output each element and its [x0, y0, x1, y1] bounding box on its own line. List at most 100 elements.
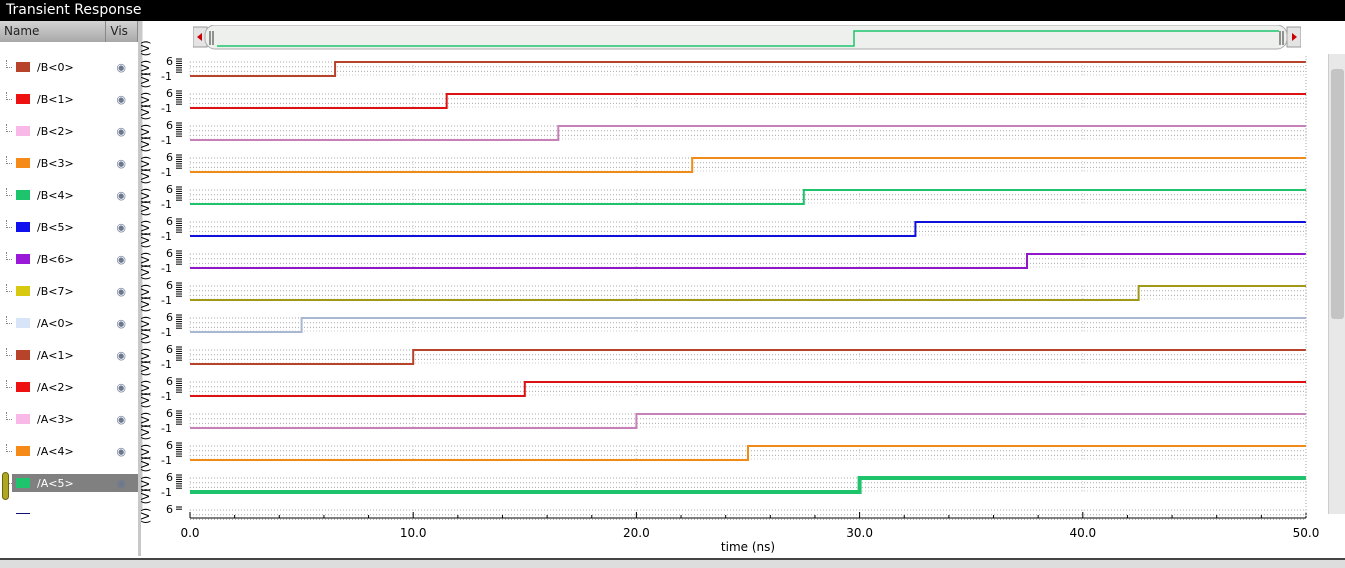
- signal-name: /B<6>: [37, 252, 74, 266]
- y-max-label: 6: [166, 151, 173, 164]
- y-unit-label: (V) (V): [141, 424, 152, 460]
- waveform-trace-A2: [190, 381, 1306, 397]
- x-tick-label: 40.0: [1069, 526, 1096, 540]
- eye-icon[interactable]: ◉: [116, 349, 126, 362]
- trace-strip: (V) (V) 6 -1: [141, 424, 1307, 467]
- y-min-label: -1: [161, 326, 172, 339]
- x-tick-label: 20.0: [623, 526, 650, 540]
- y-max-label: 6: [166, 87, 173, 100]
- y-max-label: 6: [166, 119, 173, 132]
- eye-icon[interactable]: ◉: [116, 413, 126, 426]
- signal-row[interactable]: /A<1> ◉: [12, 346, 138, 364]
- color-swatch: [16, 478, 30, 488]
- y-min-label: -1: [161, 294, 172, 307]
- y-unit-label: (V) (V): [141, 456, 152, 492]
- vertical-scroll-thumb[interactable]: [1331, 69, 1344, 319]
- y-max-label: 6: [166, 55, 173, 68]
- time-scrollbar[interactable]: [193, 25, 1301, 51]
- signal-name: /A<3>: [37, 412, 74, 426]
- y-min-label: -1: [161, 102, 172, 115]
- selection-handle[interactable]: [2, 472, 9, 500]
- color-swatch: [16, 382, 30, 392]
- waveform-trace-A0: [190, 317, 1306, 333]
- y-unit-label: (V) (V): [141, 232, 152, 268]
- eye-icon[interactable]: ◉: [116, 221, 126, 234]
- signal-row[interactable]: /A<0> ◉: [12, 314, 138, 332]
- signal-row[interactable]: /B<2> ◉: [12, 122, 138, 140]
- eye-icon[interactable]: ◉: [116, 381, 126, 394]
- eye-icon[interactable]: ◉: [116, 285, 126, 298]
- y-max-label: 6: [166, 471, 173, 484]
- color-swatch: [16, 350, 30, 360]
- signal-row[interactable]: /A<5> ◉: [12, 474, 138, 492]
- signal-row[interactable]: /B<7> ◉: [12, 282, 138, 300]
- eye-icon[interactable]: ◉: [116, 125, 126, 138]
- waveform-trace-B5: [190, 221, 1306, 237]
- waveform-trace-B0: [190, 61, 1306, 77]
- signal-name: /B<3>: [37, 156, 74, 170]
- signal-row[interactable]: /B<1> ◉: [12, 90, 138, 108]
- eye-icon[interactable]: ◉: [116, 445, 126, 458]
- signal-row[interactable]: /A<3> ◉: [12, 410, 138, 428]
- y-min-label: -1: [161, 390, 172, 403]
- eye-icon[interactable]: ◉: [116, 93, 126, 106]
- trace-strip: (V) (V) 6 -1: [141, 296, 1307, 339]
- x-tick-label: 10.0: [400, 526, 427, 540]
- signal-row[interactable]: /B<0> ◉: [12, 58, 138, 76]
- waveform-plot[interactable]: (V) (V) 6 -1 (V) (V) 6 -1 (V) (V) 6 -1 (V) (V) 6 -1…: [141, 21, 1328, 558]
- signal-name: /B<5>: [37, 220, 74, 234]
- y-unit-label: (V) (V): [141, 360, 152, 396]
- signal-row[interactable]: /B<5> ◉: [12, 218, 138, 236]
- y-max-label: 6: [166, 183, 173, 196]
- waveform-trace-B3: [190, 157, 1306, 173]
- color-swatch: [16, 158, 30, 168]
- eye-icon[interactable]: ◉: [116, 317, 126, 330]
- y-min-label: -1: [161, 230, 172, 243]
- signal-name: /A<0>: [37, 316, 74, 330]
- signal-row[interactable]: /A<2> ◉: [12, 378, 138, 396]
- vertical-scrollbar[interactable]: [1328, 54, 1345, 514]
- y-unit-label: (V) (V): [141, 104, 152, 140]
- signal-row-partial[interactable]: [12, 506, 138, 514]
- waveform-trace-B2: [190, 125, 1306, 141]
- y-max-label: 6: [166, 407, 173, 420]
- y-max-label: 6: [166, 311, 173, 324]
- y-max-label: 6: [166, 343, 173, 356]
- y-unit-label: (V) (V): [141, 40, 152, 76]
- signal-row[interactable]: /B<3> ◉: [12, 154, 138, 172]
- color-swatch: [16, 94, 30, 104]
- signal-name: /A<5>: [37, 476, 74, 490]
- trace-strip: (V) (V) 6 -1: [141, 328, 1307, 371]
- eye-icon[interactable]: ◉: [116, 157, 126, 170]
- trace-strip: (V) (V) 6 -1: [141, 264, 1307, 307]
- x-tick-label: 0.0: [180, 526, 199, 540]
- y-unit-label: (V) (V): [141, 168, 152, 204]
- signal-row[interactable]: /B<6> ◉: [12, 250, 138, 268]
- eye-icon[interactable]: ◉: [116, 189, 126, 202]
- eye-icon[interactable]: ◉: [116, 61, 126, 74]
- trace-strip: (V) (V) 6 -1: [141, 232, 1307, 275]
- y-max-label: 6: [166, 215, 173, 228]
- waveform-trace-A5: [190, 476, 1306, 494]
- eye-icon[interactable]: ◉: [116, 477, 126, 490]
- signal-list-header: Name Vis: [0, 21, 138, 42]
- trace-strip: (V) (V) 6 -1: [141, 72, 1307, 115]
- waveform-trace-A1: [190, 349, 1306, 365]
- y-unit-label: (V) (V): [141, 392, 152, 428]
- trace-strip: (V) (V) 6 -1: [141, 136, 1307, 179]
- y-min-label: -1: [161, 134, 172, 147]
- waveform-trace-A4: [190, 445, 1306, 461]
- signal-row[interactable]: /B<4> ◉: [12, 186, 138, 204]
- signal-name: /B<4>: [37, 188, 74, 202]
- eye-icon[interactable]: ◉: [116, 253, 126, 266]
- name-column-header[interactable]: Name: [0, 21, 107, 42]
- signal-list-panel: Name Vis /B<0> ◉/B<1> ◉/B<2> ◉/B<3> ◉/B<4> ◉ /…: [0, 21, 141, 556]
- y-unit-label: (V) (V): [141, 264, 152, 300]
- trace-strip: (V) (V) 6 -1: [141, 392, 1307, 435]
- y-max-label: 6: [166, 439, 173, 452]
- y-max-label: 6: [166, 247, 173, 260]
- y-max-label: 6: [166, 375, 173, 388]
- waveform-trace-B1: [190, 93, 1306, 109]
- signal-row[interactable]: /A<4> ◉: [12, 442, 138, 460]
- vis-column-header[interactable]: Vis: [106, 21, 138, 42]
